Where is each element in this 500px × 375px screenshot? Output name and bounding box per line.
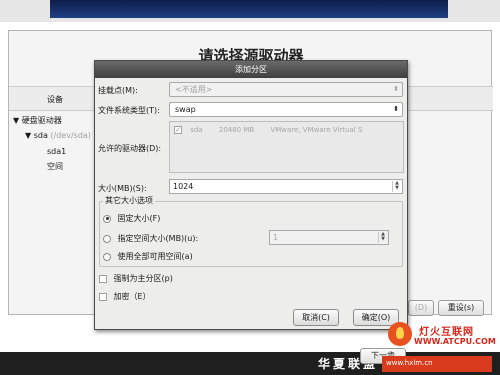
checkbox-icon[interactable]: [99, 292, 107, 301]
watermark-name: 灯火互联网: [419, 327, 474, 338]
tree-item-sda1[interactable]: sda1: [47, 147, 66, 156]
stepper-arrows-icon[interactable]: ▲ ▼: [392, 181, 401, 192]
encrypt-checkbox[interactable]: 加密（E）: [99, 291, 151, 302]
fs-type-combo[interactable]: swap ⬍: [169, 102, 403, 117]
radio-fill-all[interactable]: 使用全部可用空间(a): [103, 251, 193, 262]
radio-fill-max[interactable]: 指定空间大小(MB)(u):: [103, 233, 198, 244]
stepper-arrows-icon[interactable]: ▲ ▼: [378, 232, 387, 243]
chevron-updown-icon: ⬍: [393, 105, 399, 113]
drive-model: VMware, VMware Virtual S: [270, 126, 363, 134]
tree-item-label: 空间: [47, 162, 63, 171]
disabled-button[interactable]: (D): [408, 300, 434, 316]
encrypt-label: 加密（E）: [113, 292, 151, 301]
add-partition-dialog: 添加分区 挂载点(M): <不适用> ⬍ 文件系统类型(T): swap ⬍ 允…: [94, 60, 408, 330]
fs-type-value: swap: [175, 105, 196, 114]
size-options-label: 其它大小选项: [103, 195, 155, 206]
tree-item-sda[interactable]: ▼ sda (/dev/sda): [25, 131, 91, 140]
watermark-url: WWW.ATCPU.COM: [414, 337, 496, 346]
device-column-header: 设备: [47, 95, 63, 104]
fill-max-value: 1: [273, 233, 279, 242]
tree-item-label: 硬盘驱动器: [21, 116, 62, 125]
force-primary-label: 强制为主分区(p): [113, 274, 173, 283]
drive-size: 20480 MB: [218, 126, 255, 134]
mount-point-combo[interactable]: <不适用> ⬍: [169, 82, 403, 97]
size-value: 1024: [173, 182, 194, 191]
radio-fixed-size[interactable]: 固定大小(F): [103, 213, 160, 224]
tree-item-label: sda1: [47, 147, 67, 156]
expander-down-icon[interactable]: ▼: [25, 131, 31, 140]
radio-fill-max-label: 指定空间大小(MB)(u):: [117, 234, 199, 243]
drives-label: 允许的驱动器(D):: [98, 144, 162, 153]
cancel-button[interactable]: 取消(C): [293, 309, 339, 326]
device-path: (/dev/sda): [50, 131, 91, 140]
expander-down-icon[interactable]: ▼: [13, 116, 19, 125]
fill-max-stepper[interactable]: 1 ▲ ▼: [269, 230, 389, 245]
drives-list[interactable]: ✓ sda 20480 MB VMware, VMware Virtual S: [169, 121, 404, 173]
tree-item-harddrives[interactable]: ▼ 硬盘驱动器: [13, 115, 62, 126]
radio-unselected-icon[interactable]: [103, 252, 111, 261]
dialog-title: 添加分区: [95, 61, 407, 78]
list-item[interactable]: ✓ sda 20480 MB VMware, VMware Virtual S: [174, 126, 399, 138]
reset-button[interactable]: 重设(s): [438, 300, 484, 316]
flame-logo-icon: [388, 322, 412, 346]
watermark-site: www.hxlm.cn: [386, 359, 433, 367]
tree-item-free[interactable]: 空间: [47, 161, 63, 172]
mount-point-label: 挂载点(M):: [98, 86, 138, 95]
header-banner: [50, 0, 448, 18]
tree-item-label: sda: [33, 131, 48, 140]
checkmark-icon[interactable]: ✓: [174, 126, 182, 134]
size-stepper[interactable]: 1024 ▲ ▼: [169, 179, 403, 194]
radio-selected-icon[interactable]: [103, 214, 111, 223]
fs-type-label: 文件系统类型(T):: [98, 106, 160, 115]
radio-unselected-icon[interactable]: [103, 234, 111, 243]
radio-fill-all-label: 使用全部可用空间(a): [117, 252, 193, 261]
mount-point-value: <不适用>: [175, 85, 213, 94]
size-label: 大小(MB)(S):: [98, 184, 147, 193]
force-primary-checkbox[interactable]: 强制为主分区(p): [99, 273, 173, 284]
chevron-updown-icon: ⬍: [393, 85, 399, 93]
checkbox-icon[interactable]: [99, 274, 107, 283]
drive-name: sda: [190, 126, 203, 134]
radio-fixed-label: 固定大小(F): [117, 214, 161, 223]
